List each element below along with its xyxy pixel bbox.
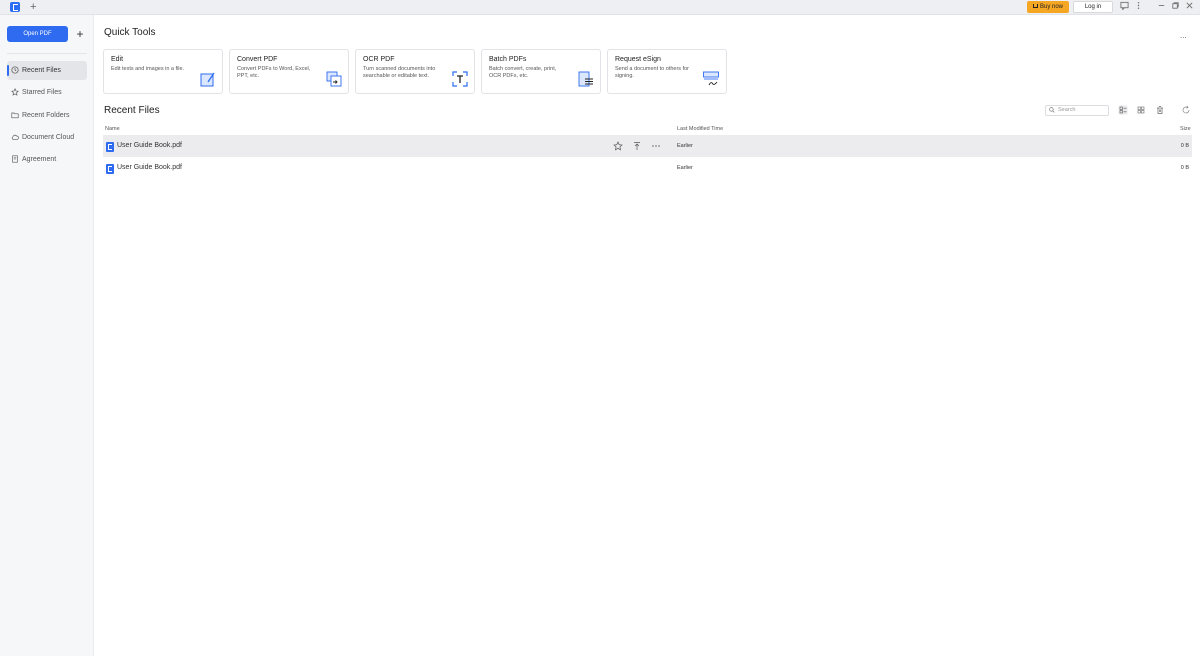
new-tab-button[interactable]: +	[30, 0, 36, 14]
file-modified-time: Earlier	[677, 165, 693, 171]
sidebar-item-agreement[interactable]: Agreement	[7, 150, 87, 169]
tool-card-convert-pdf[interactable]: Convert PDF Convert PDFs to Word, Excel,…	[229, 49, 349, 94]
tool-card-batch-pdfs[interactable]: Batch PDFs Batch convert, create, print,…	[481, 49, 601, 94]
more-horizontal-icon[interactable]	[651, 141, 661, 151]
cloud-icon	[11, 134, 19, 140]
sidebar-item-label: Starred Files	[22, 89, 62, 96]
table-row[interactable]: User Guide Book.pdf Earlier 0 B	[103, 158, 1192, 179]
file-size: 0 B	[1180, 143, 1189, 149]
search-placeholder: Search	[1058, 107, 1076, 113]
title-bar: + Buy now Log in	[0, 0, 1200, 15]
clock-icon	[11, 66, 19, 74]
tool-title: Batch PDFs	[489, 56, 527, 63]
tool-description: Convert PDFs to Word, Excel, PPT, etc.	[237, 66, 311, 79]
sidebar-item-starred-files[interactable]: Starred Files	[7, 83, 87, 102]
minimize-icon[interactable]	[1155, 1, 1167, 13]
tool-card-request-esign[interactable]: Request eSign Send a document to others …	[607, 49, 727, 94]
restore-icon[interactable]	[1169, 1, 1181, 13]
sidebar-item-label: Recent Files	[22, 67, 61, 74]
app-logo-icon	[10, 2, 20, 12]
close-icon[interactable]	[1183, 1, 1195, 13]
tool-title: Convert PDF	[237, 56, 278, 63]
tool-title: Edit	[111, 56, 124, 63]
convert-icon	[326, 71, 342, 87]
tool-description: Turn scanned documents into searchable o…	[363, 66, 436, 79]
esign-icon	[703, 71, 719, 86]
search-icon	[1049, 107, 1055, 113]
tool-description: Batch convert, create, print, OCR PDFs, …	[489, 66, 557, 79]
file-size: 0 B	[1180, 165, 1189, 171]
refresh-icon[interactable]	[1181, 105, 1191, 115]
file-modified-time: Earlier	[677, 143, 693, 149]
pin-to-top-icon[interactable]	[632, 141, 642, 151]
cart-icon	[1032, 4, 1038, 8]
grid-view-icon[interactable]	[1136, 105, 1146, 115]
tool-description: Send a document to others for signing.	[615, 66, 689, 79]
quick-tools-title: Quick Tools	[104, 27, 156, 38]
file-name: User Guide Book.pdf	[117, 142, 182, 149]
pdf-file-icon	[106, 142, 114, 152]
sidebar-item-label: Agreement	[22, 156, 57, 163]
more-vertical-icon[interactable]	[1132, 1, 1144, 13]
sidebar-item-recent-folders[interactable]: Recent Folders	[7, 106, 87, 125]
tool-title: OCR PDF	[363, 56, 395, 63]
tool-card-ocr-pdf[interactable]: OCR PDF Turn scanned documents into sear…	[355, 49, 475, 94]
star-icon[interactable]	[613, 141, 623, 151]
main-panel: Quick Tools ... Edit Edit texts and imag…	[95, 15, 1200, 656]
clear-icon[interactable]	[1155, 105, 1165, 115]
sidebar-item-label: Document Cloud	[22, 134, 75, 141]
sidebar-item-label: Recent Folders	[22, 112, 70, 119]
folder-icon	[11, 112, 19, 119]
file-name: User Guide Book.pdf	[117, 164, 182, 171]
column-header-name[interactable]: Name	[105, 126, 120, 132]
sidebar-item-recent-files[interactable]: Recent Files	[7, 61, 87, 80]
open-pdf-button[interactable]: Open PDF	[7, 26, 68, 42]
add-button[interactable]: +	[74, 26, 86, 42]
batch-icon	[578, 71, 593, 87]
list-view-icon[interactable]	[1118, 105, 1128, 115]
sidebar-divider	[7, 53, 87, 54]
tool-title: Request eSign	[615, 56, 661, 63]
edit-icon	[200, 72, 215, 87]
pdf-file-icon	[106, 164, 114, 174]
column-header-modified[interactable]: Last Modified Time	[677, 126, 723, 132]
tool-card-edit[interactable]: Edit Edit texts and images in a file.	[103, 49, 223, 94]
recent-files-title: Recent Files	[104, 105, 160, 116]
sidebar: Open PDF + Recent Files Starred Files Re…	[0, 15, 94, 656]
table-row[interactable]: User Guide Book.pdf Earlier 0 B	[103, 136, 1192, 157]
tool-description: Edit texts and images in a file.	[111, 66, 185, 72]
more-options-icon[interactable]: ...	[1180, 31, 1187, 40]
search-input[interactable]: Search	[1045, 105, 1109, 116]
ocr-icon	[452, 71, 468, 87]
log-in-button[interactable]: Log in	[1073, 1, 1113, 13]
buy-now-button[interactable]: Buy now	[1027, 1, 1069, 13]
column-header-size[interactable]: Size	[1180, 126, 1191, 132]
feedback-icon[interactable]	[1118, 1, 1130, 13]
sidebar-item-document-cloud[interactable]: Document Cloud	[7, 128, 87, 147]
document-icon	[12, 155, 18, 163]
buy-now-label: Buy now	[1039, 4, 1063, 10]
star-icon	[11, 88, 19, 96]
